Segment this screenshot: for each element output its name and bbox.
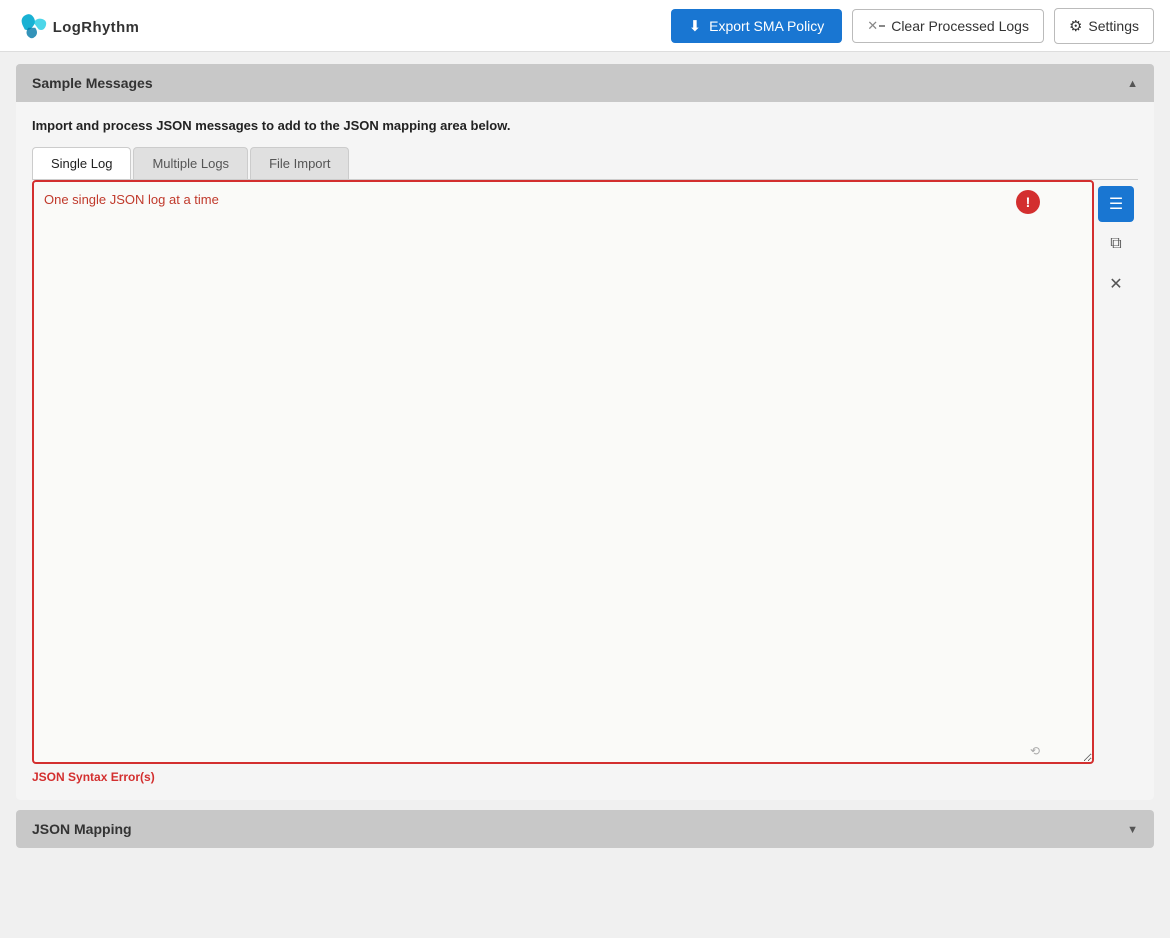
main-content: Sample Messages Import and process JSON … — [0, 52, 1170, 860]
gear-icon: ⚙ — [1069, 17, 1082, 35]
clear-processed-logs-button[interactable]: ✕ Clear Processed Logs — [852, 9, 1044, 43]
sample-messages-title: Sample Messages — [32, 75, 153, 91]
settings-label: Settings — [1088, 18, 1139, 34]
sample-messages-panel-header[interactable]: Sample Messages — [16, 64, 1154, 102]
tabs-container: Single Log Multiple Logs File Import — [32, 147, 1138, 180]
sample-messages-collapse-icon — [1127, 74, 1138, 92]
list-icon: ☰ — [1109, 194, 1123, 214]
clear-log-button[interactable]: ✕ — [1098, 266, 1134, 302]
export-sma-policy-button[interactable]: Export SMA Policy — [671, 9, 843, 43]
top-bar-right: Export SMA Policy ✕ Clear Processed Logs… — [671, 8, 1154, 44]
textarea-area: One single JSON log at a time ! ⟲ ☰ ⧉ ✕ — [32, 180, 1138, 764]
json-mapping-panel: JSON Mapping — [16, 810, 1154, 848]
logo-area: LogRhythm — [16, 9, 156, 43]
sample-messages-body: Import and process JSON messages to add … — [16, 102, 1154, 800]
copy-log-button[interactable]: ⧉ — [1098, 226, 1134, 262]
top-bar: LogRhythm Export SMA Policy ✕ Clear Proc… — [0, 0, 1170, 52]
copy-icon: ⧉ — [1110, 235, 1121, 253]
svg-text:LogRhythm: LogRhythm — [53, 20, 139, 36]
tab-file-import[interactable]: File Import — [250, 147, 349, 179]
log-input-wrapper: One single JSON log at a time ! ⟲ — [32, 180, 1094, 764]
log-textarea[interactable] — [34, 182, 1092, 762]
tab-single-log[interactable]: Single Log — [32, 147, 131, 179]
side-buttons: ☰ ⧉ ✕ — [1094, 180, 1138, 308]
panel-description: Import and process JSON messages to add … — [32, 118, 1138, 133]
export-button-label: Export SMA Policy — [709, 18, 824, 34]
error-label: JSON Syntax Error(s) — [32, 770, 1138, 784]
clear-logs-icon: ✕ — [867, 18, 885, 34]
json-mapping-title: JSON Mapping — [32, 821, 132, 837]
x-icon: ✕ — [1109, 274, 1122, 294]
json-mapping-panel-header[interactable]: JSON Mapping — [16, 810, 1154, 848]
tab-multiple-logs[interactable]: Multiple Logs — [133, 147, 248, 179]
process-log-button[interactable]: ☰ — [1098, 186, 1134, 222]
download-icon — [689, 17, 702, 35]
json-mapping-expand-icon — [1127, 820, 1138, 838]
sample-messages-panel: Sample Messages Import and process JSON … — [16, 64, 1154, 800]
resize-handle[interactable]: ⟲ — [1030, 744, 1040, 758]
settings-button[interactable]: ⚙ Settings — [1054, 8, 1154, 44]
clear-logs-label: Clear Processed Logs — [891, 18, 1029, 34]
logrhythm-logo: LogRhythm — [16, 9, 156, 43]
